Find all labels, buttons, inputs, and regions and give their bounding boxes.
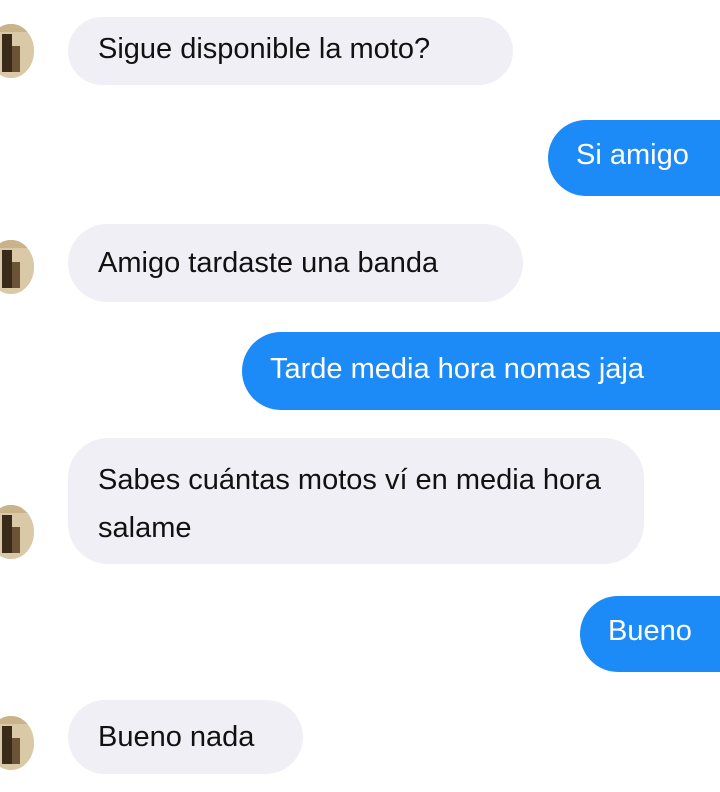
- chat-thread: Sigue disponible la moto? Si amigo Amigo…: [0, 0, 720, 792]
- message-received[interactable]: Sigue disponible la moto?: [68, 17, 513, 85]
- message-sent[interactable]: Si amigo: [548, 120, 720, 196]
- message-received[interactable]: Bueno nada: [68, 700, 303, 774]
- contact-avatar[interactable]: [0, 505, 34, 559]
- message-received[interactable]: Sabes cuántas motos ví en media hora sal…: [68, 438, 644, 564]
- message-sent[interactable]: Tarde media hora nomas jaja: [242, 332, 720, 410]
- message-received[interactable]: Amigo tardaste una banda: [68, 224, 523, 302]
- message-sent[interactable]: Bueno: [580, 596, 720, 672]
- contact-avatar[interactable]: [0, 24, 34, 78]
- contact-avatar[interactable]: [0, 240, 34, 294]
- contact-avatar[interactable]: [0, 716, 34, 770]
